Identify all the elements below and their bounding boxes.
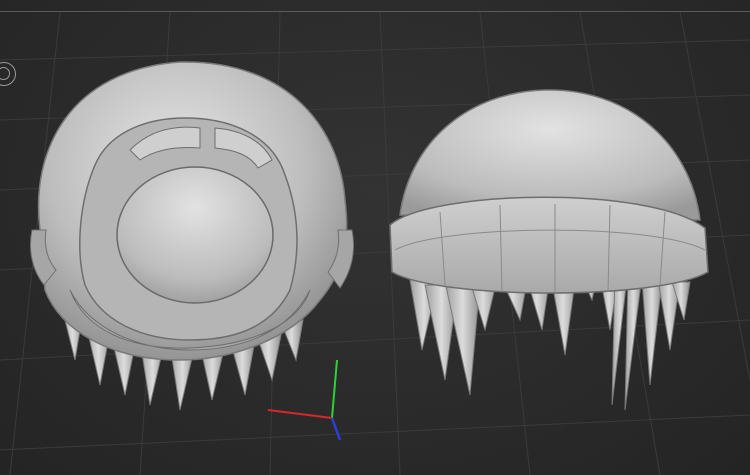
3d-viewport[interactable]: [0, 0, 750, 475]
hair-cap-bottom-view: [30, 61, 354, 411]
axis-gizmo: [267, 359, 342, 441]
x-axis: [267, 409, 333, 419]
scene-canvas: [0, 11, 750, 475]
z-axis: [330, 417, 342, 441]
beanie-hair-front-view: [389, 89, 709, 411]
y-axis: [331, 359, 338, 419]
